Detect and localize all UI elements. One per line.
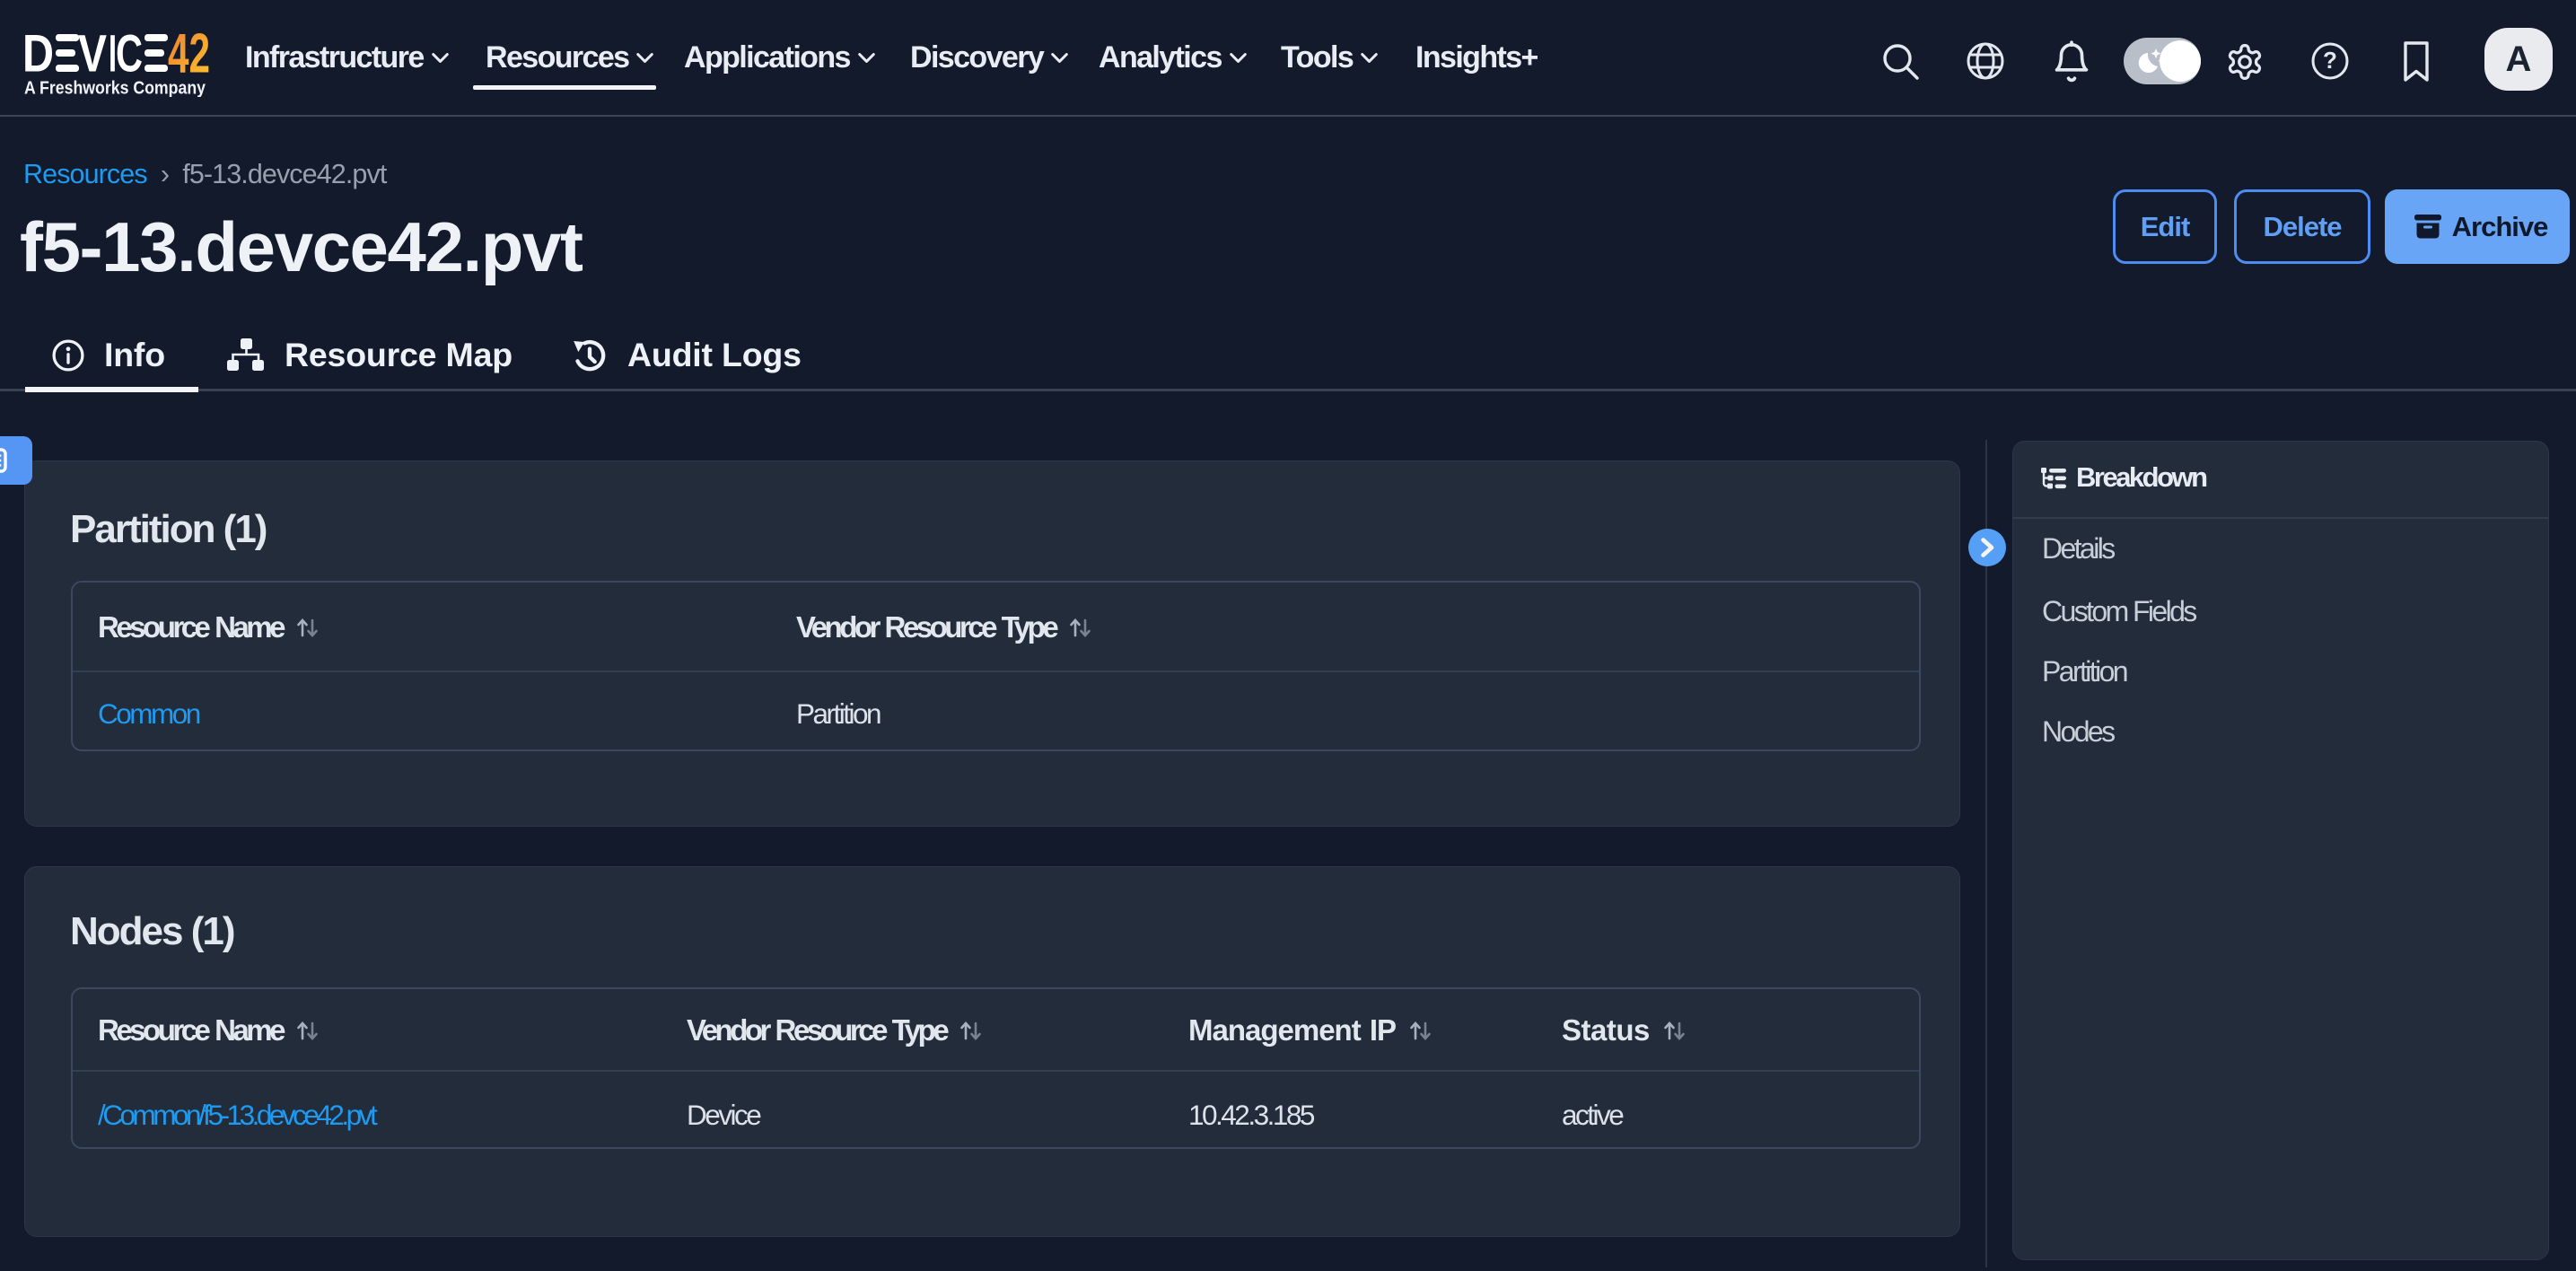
svg-text:C: C [116,32,143,83]
svg-text:V: V [78,32,107,83]
svg-text:D: D [22,32,54,83]
svg-text:?: ? [2323,47,2337,74]
svg-text:A Freshworks Company: A Freshworks Company [24,78,206,98]
